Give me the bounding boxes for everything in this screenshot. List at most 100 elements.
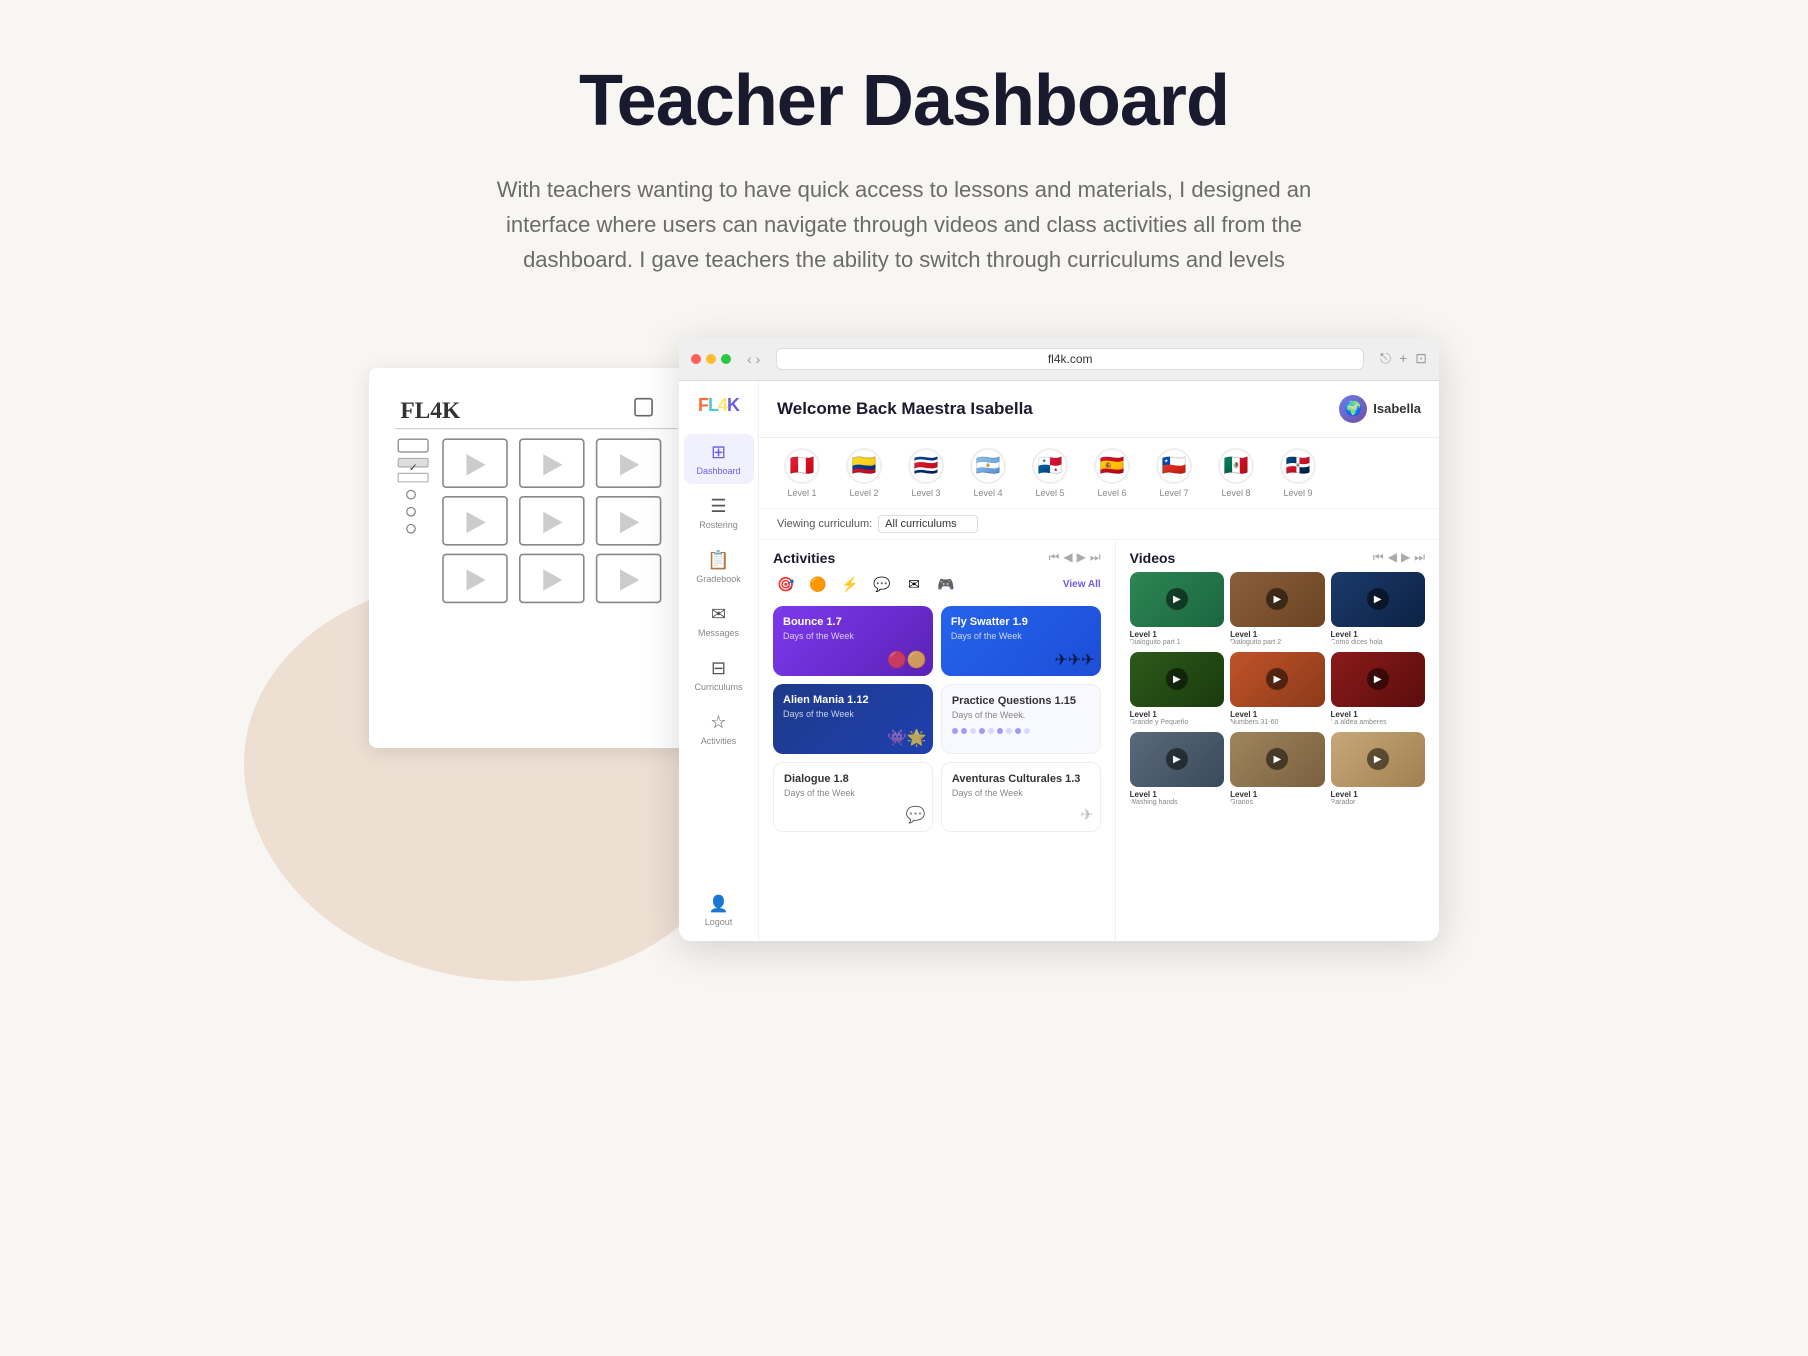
level-item-4[interactable]: 🇦🇷 Level 4: [963, 448, 1013, 498]
video-thumb-1[interactable]: ▶ Level 1 Dialoguito part 1: [1130, 572, 1224, 646]
video-thumb-6[interactable]: ▶ Level 1 La aldea amberes: [1331, 652, 1425, 726]
activity-dialogue-title: Dialogue 1.8: [784, 773, 922, 786]
level-item-8[interactable]: 🇲🇽 Level 8: [1211, 448, 1261, 498]
filter-icon-5[interactable]: ✉: [901, 572, 927, 598]
play-icon-2: ▶: [1266, 588, 1288, 610]
video-sublabel-4: Grande y Pequeño: [1130, 719, 1224, 726]
sidebar-item-messages[interactable]: ✉ Messages: [684, 596, 754, 646]
traffic-light-yellow[interactable]: [706, 354, 716, 364]
play-icon-4: ▶: [1166, 668, 1188, 690]
user-avatar: 🌍: [1339, 395, 1367, 423]
filter-icon-1[interactable]: 🎯: [773, 572, 799, 598]
sidebar-item-activities[interactable]: ☆ Activities: [684, 704, 754, 754]
activities-next[interactable]: ▶: [1077, 550, 1086, 565]
traffic-lights: [691, 354, 731, 364]
gradebook-icon: 📋: [707, 550, 729, 571]
video-img-7: ▶: [1130, 732, 1224, 787]
logout-icon: 👤: [709, 894, 729, 914]
activity-card-flyswatter[interactable]: Fly Swatter 1.9 Days of the Week ✈✈✈: [941, 606, 1101, 676]
videos-next-end[interactable]: ⏭: [1414, 550, 1425, 565]
sidebar-item-dashboard[interactable]: ⊞ Dashboard: [684, 434, 754, 484]
svg-text:FL4K: FL4K: [400, 397, 461, 423]
video-thumb-5[interactable]: ▶ Level 1 Numbers 31-60: [1230, 652, 1324, 726]
activity-card-aventuras[interactable]: Aventuras Culturales 1.3 Days of the Wee…: [941, 762, 1101, 832]
activity-aventuras-title: Aventuras Culturales 1.3: [952, 773, 1090, 786]
filter-icon-6[interactable]: 🎮: [933, 572, 959, 598]
level-item-2[interactable]: 🇨🇴 Level 2: [839, 448, 889, 498]
filter-icon-3[interactable]: ⚡: [837, 572, 863, 598]
video-sublabel-6: La aldea amberes: [1331, 719, 1425, 726]
messages-icon: ✉: [711, 604, 726, 625]
level-item-9[interactable]: 🇩🇴 Level 9: [1273, 448, 1323, 498]
level-label-8: Level 8: [1221, 488, 1250, 498]
browser-url-bar[interactable]: fl4k.com: [776, 348, 1364, 370]
nav-forward[interactable]: ›: [756, 351, 761, 367]
level-label-4: Level 4: [973, 488, 1002, 498]
nav-back[interactable]: ‹: [747, 351, 752, 367]
new-tab-icon[interactable]: +: [1399, 350, 1407, 367]
activity-aventuras-subtitle: Days of the Week: [952, 788, 1090, 798]
activity-card-bounce[interactable]: Bounce 1.7 Days of the Week 🔴🟡: [773, 606, 933, 676]
video-label-2: Level 1: [1230, 630, 1324, 639]
flag-7: 🇨🇱: [1156, 448, 1192, 484]
activity-card-alienmania[interactable]: Alien Mania 1.12 Days of the Week 👾🌟: [773, 684, 933, 754]
sidebar-item-gradebook[interactable]: 📋 Gradebook: [684, 542, 754, 592]
sidebar-label-messages: Messages: [698, 628, 739, 638]
app-layout: FL4K ⊞ Dashboard ☰ Rostering 📋 Gradebook…: [679, 381, 1439, 941]
dots-pattern: [952, 720, 1090, 734]
windows-icon[interactable]: ⊡: [1415, 350, 1427, 367]
share-icon[interactable]: ⎋: [1380, 350, 1391, 367]
activities-prev[interactable]: ◀: [1063, 550, 1072, 565]
video-img-8: ▶: [1230, 732, 1324, 787]
activities-next-end[interactable]: ⏭: [1090, 550, 1101, 565]
filter-icon-2[interactable]: 🟠: [805, 572, 831, 598]
view-all-button[interactable]: View All: [1063, 579, 1101, 590]
video-thumb-9[interactable]: ▶ Level 1 Parador: [1331, 732, 1425, 806]
panels-row: Activities ⏮ ◀ ▶ ⏭ 🎯 🟠 ⚡: [759, 540, 1439, 941]
sidebar-item-rostering[interactable]: ☰ Rostering: [684, 488, 754, 538]
video-thumb-4[interactable]: ▶ Level 1 Grande y Pequeño: [1130, 652, 1224, 726]
videos-prev[interactable]: ◀: [1388, 550, 1397, 565]
filter-icon-4[interactable]: 💬: [869, 572, 895, 598]
level-item-7[interactable]: 🇨🇱 Level 7: [1149, 448, 1199, 498]
activities-panel-title: Activities: [773, 550, 835, 566]
activity-card-practicequestions[interactable]: Practice Questions 1.15 Days of the Week…: [941, 684, 1101, 754]
video-label-5: Level 1: [1230, 710, 1324, 719]
video-thumb-2[interactable]: ▶ Level 1 Dialoguito part 2: [1230, 572, 1324, 646]
flag-6: 🇪🇸: [1094, 448, 1130, 484]
activity-dialogue-subtitle: Days of the Week: [784, 788, 922, 798]
curriculum-select[interactable]: All curriculums: [878, 515, 978, 533]
curriculums-icon: ⊟: [711, 658, 726, 679]
sidebar-item-curriculums[interactable]: ⊟ Curriculums: [684, 650, 754, 700]
level-item-3[interactable]: 🇨🇷 Level 3: [901, 448, 951, 498]
play-icon-9: ▶: [1367, 748, 1389, 770]
video-thumb-7[interactable]: ▶ Level 1 Washing hands: [1130, 732, 1224, 806]
level-item-1[interactable]: 🇵🇪 Level 1: [777, 448, 827, 498]
activities-prev-start[interactable]: ⏮: [1049, 550, 1060, 565]
rostering-icon: ☰: [710, 496, 726, 517]
activity-card-dialogue[interactable]: Dialogue 1.8 Days of the Week 💬: [773, 762, 933, 832]
video-img-4: ▶: [1130, 652, 1224, 707]
videos-next[interactable]: ▶: [1401, 550, 1410, 565]
level-label-1: Level 1: [787, 488, 816, 498]
level-item-5[interactable]: 🇵🇦 Level 5: [1025, 448, 1075, 498]
aventuras-decoration: ✈: [1080, 805, 1093, 825]
video-sublabel-5: Numbers 31-60: [1230, 719, 1324, 726]
traffic-light-red[interactable]: [691, 354, 701, 364]
level-item-6[interactable]: 🇪🇸 Level 6: [1087, 448, 1137, 498]
sidebar-label-curriculums: Curriculums: [694, 682, 742, 692]
app-logo: FL4K: [698, 395, 739, 416]
video-img-2: ▶: [1230, 572, 1324, 627]
video-thumb-3[interactable]: ▶ Level 1 Como dices hola: [1331, 572, 1425, 646]
video-sublabel-9: Parador: [1331, 799, 1425, 806]
videos-prev-start[interactable]: ⏮: [1373, 550, 1384, 565]
video-thumb-8[interactable]: ▶ Level 1 Granos: [1230, 732, 1324, 806]
sidebar-label-rostering: Rostering: [699, 520, 738, 530]
sidebar-logout[interactable]: 👤 Logout: [705, 894, 733, 927]
traffic-light-green[interactable]: [721, 354, 731, 364]
activities-panel-header: Activities ⏮ ◀ ▶ ⏭: [759, 540, 1115, 572]
flag-5: 🇵🇦: [1032, 448, 1068, 484]
video-label-3: Level 1: [1331, 630, 1425, 639]
flag-8: 🇲🇽: [1218, 448, 1254, 484]
flag-4: 🇦🇷: [970, 448, 1006, 484]
